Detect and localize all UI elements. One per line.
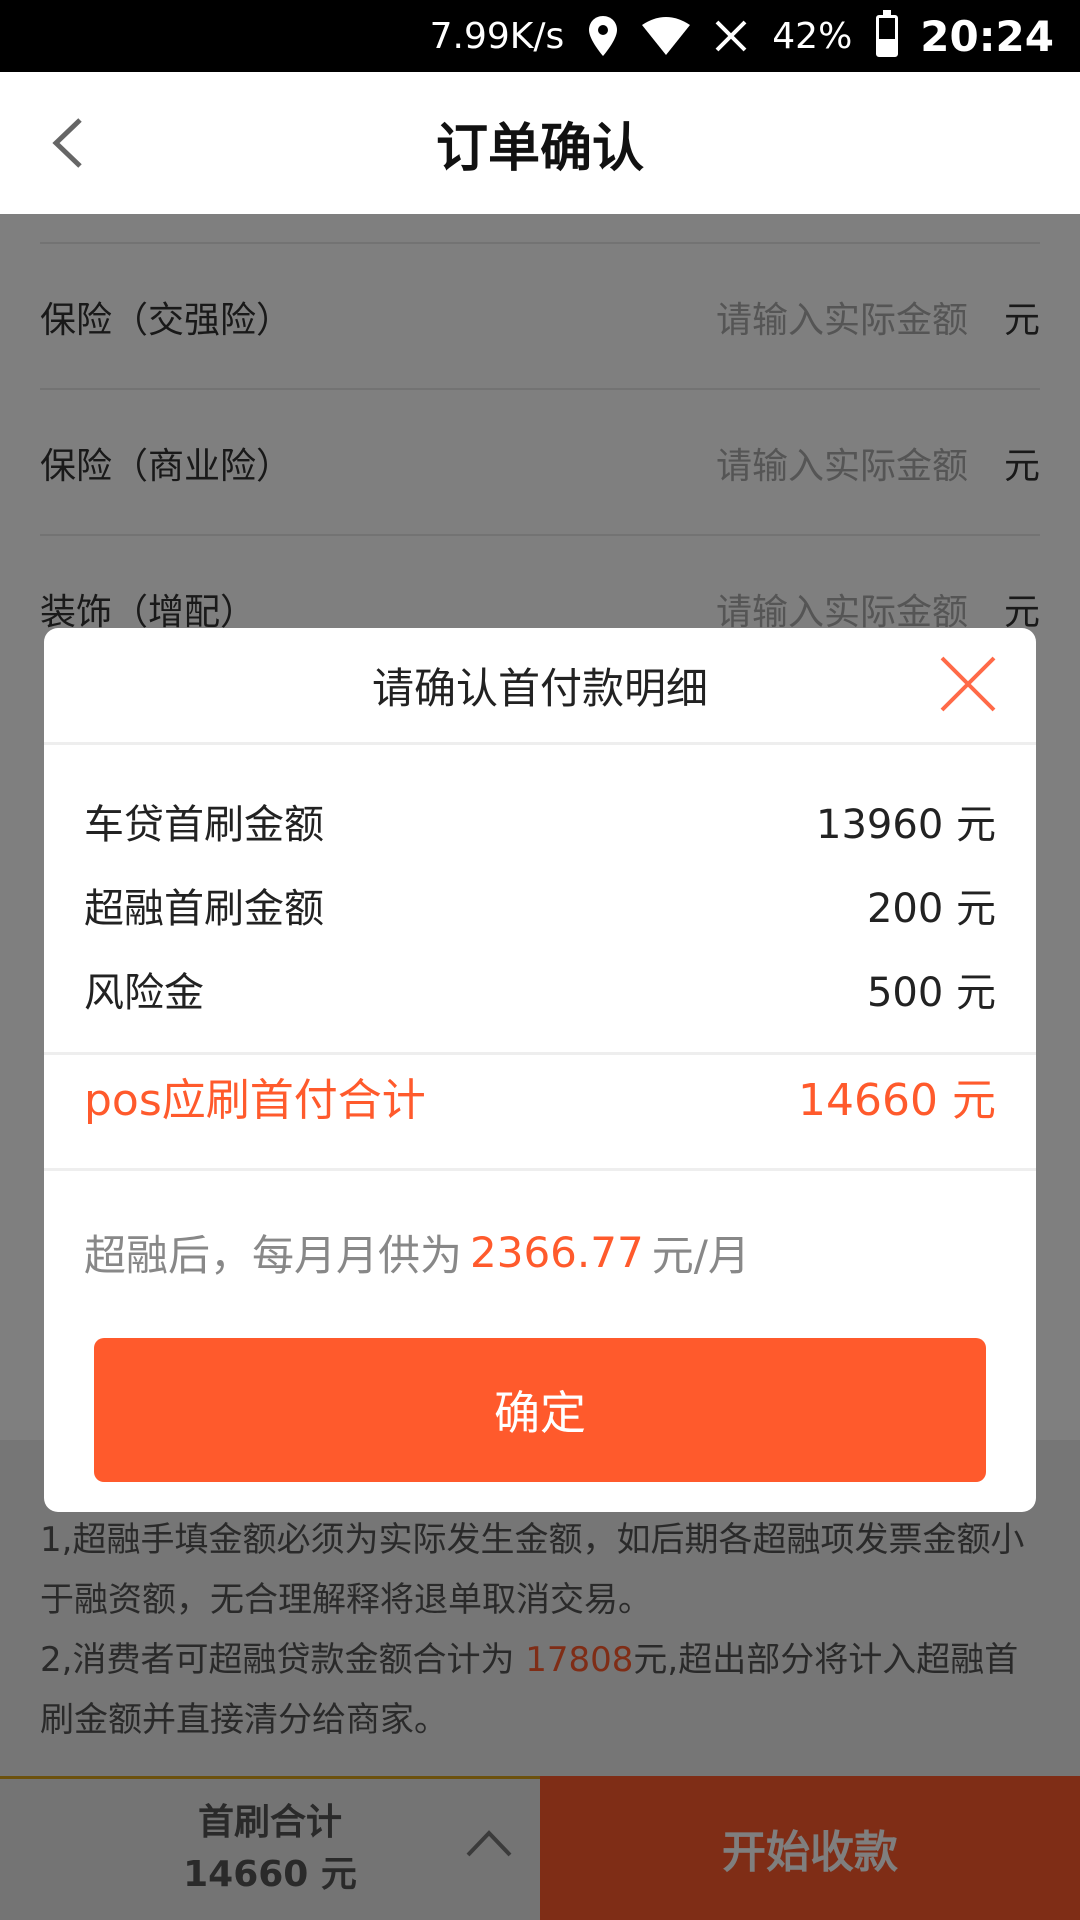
detail-row-car-loan: 车贷首刷金额 13960 元 — [84, 786, 996, 856]
app-header: 订单确认 — [0, 72, 1080, 214]
detail-value: 500 元 — [866, 970, 996, 1016]
detail-label: 超融首刷金额 — [84, 886, 324, 932]
monthly-value: 2366.77 — [470, 1227, 644, 1277]
divider — [44, 1052, 1036, 1055]
total-label: pos应刷首付合计 — [84, 1075, 426, 1126]
monthly-prefix: 超融后，每月月供为 — [84, 1230, 463, 1280]
location-icon — [588, 16, 618, 56]
monthly-suffix: 元/月 — [651, 1230, 750, 1280]
divider — [44, 1168, 1036, 1171]
battery-percent: 42% — [772, 15, 853, 57]
down-payment-dialog: 请确认首付款明细 车贷首刷金额 13960 元 超融首刷金额 200 元 风险金… — [44, 628, 1036, 1512]
total-value: 14660 元 — [798, 1075, 996, 1126]
wifi-icon — [642, 17, 691, 55]
network-speed: 7.99K/s — [429, 15, 565, 57]
detail-value: 200 元 — [866, 886, 996, 932]
confirm-button[interactable]: 确定 — [94, 1338, 986, 1482]
dialog-header: 请确认首付款明细 — [44, 628, 1036, 745]
total-row: pos应刷首付合计 14660 元 — [84, 1056, 996, 1136]
detail-row-risk-deposit: 风险金 500 元 — [84, 954, 996, 1024]
battery-icon — [876, 10, 899, 57]
clock: 20:24 — [920, 11, 1054, 61]
detail-value: 13960 元 — [816, 802, 996, 848]
monthly-payment: 超融后，每月月供为 2366.77 元/月 — [84, 1212, 996, 1292]
close-icon[interactable] — [936, 652, 1000, 716]
detail-label: 风险金 — [84, 970, 204, 1016]
page-title: 订单确认 — [435, 118, 644, 179]
detail-row-extra-finance: 超融首刷金额 200 元 — [84, 870, 996, 940]
status-bar: 7.99K/s 42% 20:24 — [0, 0, 1080, 72]
dialog-title: 请确认首付款明细 — [371, 663, 708, 713]
no-signal-icon — [714, 19, 748, 53]
chevron-left-icon[interactable] — [48, 118, 88, 168]
detail-label: 车贷首刷金额 — [84, 802, 324, 848]
